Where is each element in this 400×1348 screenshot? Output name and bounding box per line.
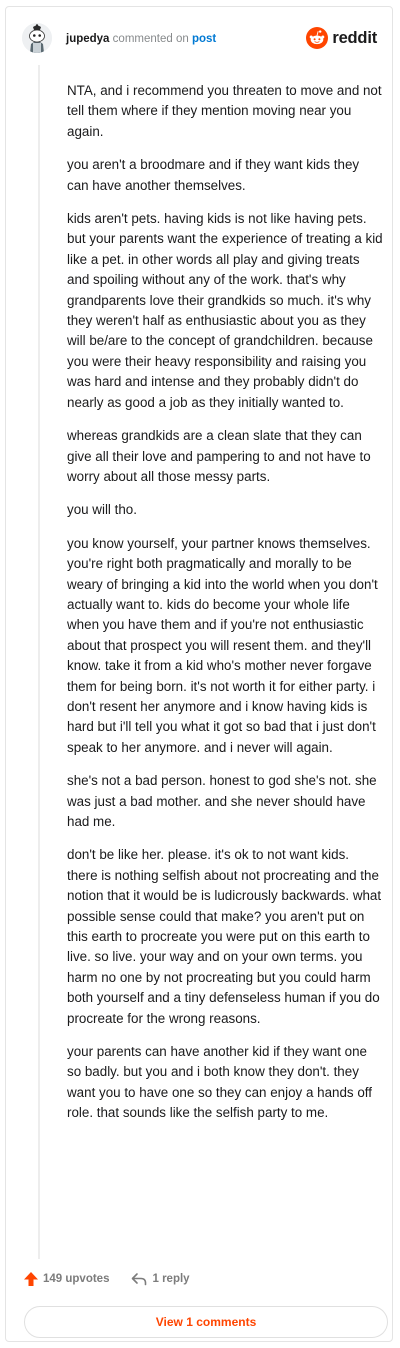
comment-paragraph: she's not a bad person. honest to god sh… xyxy=(67,773,377,829)
comment-paragraph: kids aren't pets. having kids is not lik… xyxy=(67,211,383,410)
reddit-snoo-icon xyxy=(306,27,329,49)
comment-body: NTA, and i recommend you threaten to mov… xyxy=(67,81,383,1137)
comment-card: jupedya commented on post reddit NTA, an… xyxy=(5,6,393,1342)
upvote-arrow-icon xyxy=(24,1272,38,1286)
reply-arrow-icon xyxy=(132,1273,147,1286)
comment-footer: 149 upvotes 1 reply xyxy=(23,1271,190,1287)
comment-paragraph: NTA, and i recommend you threaten to mov… xyxy=(67,83,382,139)
reply-count: 1 reply xyxy=(152,1273,190,1285)
post-link[interactable]: post xyxy=(192,33,216,45)
upvote-button[interactable]: 149 upvotes xyxy=(23,1271,109,1287)
action-text: commented on xyxy=(112,33,189,45)
view-comments-label: View 1 comments xyxy=(155,1315,257,1329)
view-comments-button[interactable]: View 1 comments xyxy=(24,1306,388,1338)
user-avatar[interactable] xyxy=(22,23,52,53)
reddit-logo[interactable]: reddit xyxy=(306,27,377,49)
comment-paragraph: you will tho. xyxy=(67,502,137,518)
comment-paragraph: you know yourself, your partner knows th… xyxy=(67,535,378,755)
snoo-avatar-icon xyxy=(22,23,52,53)
thread-line[interactable] xyxy=(38,65,40,1259)
comment-paragraph: don't be like her. please. it's ok to no… xyxy=(67,847,382,1026)
reddit-wordmark: reddit xyxy=(332,28,377,47)
comment-header: jupedya commented on post xyxy=(66,31,216,47)
comment-paragraph: you aren't a broodmare and if they want … xyxy=(67,157,360,193)
upvote-count: 149 upvotes xyxy=(43,1273,110,1285)
username-link[interactable]: jupedya xyxy=(66,33,109,45)
comment-paragraph: whereas grandkids are a clean slate that… xyxy=(67,428,371,484)
comment-paragraph: your parents can have another kid if the… xyxy=(67,1044,372,1121)
reply-button[interactable]: 1 reply xyxy=(131,1272,190,1286)
